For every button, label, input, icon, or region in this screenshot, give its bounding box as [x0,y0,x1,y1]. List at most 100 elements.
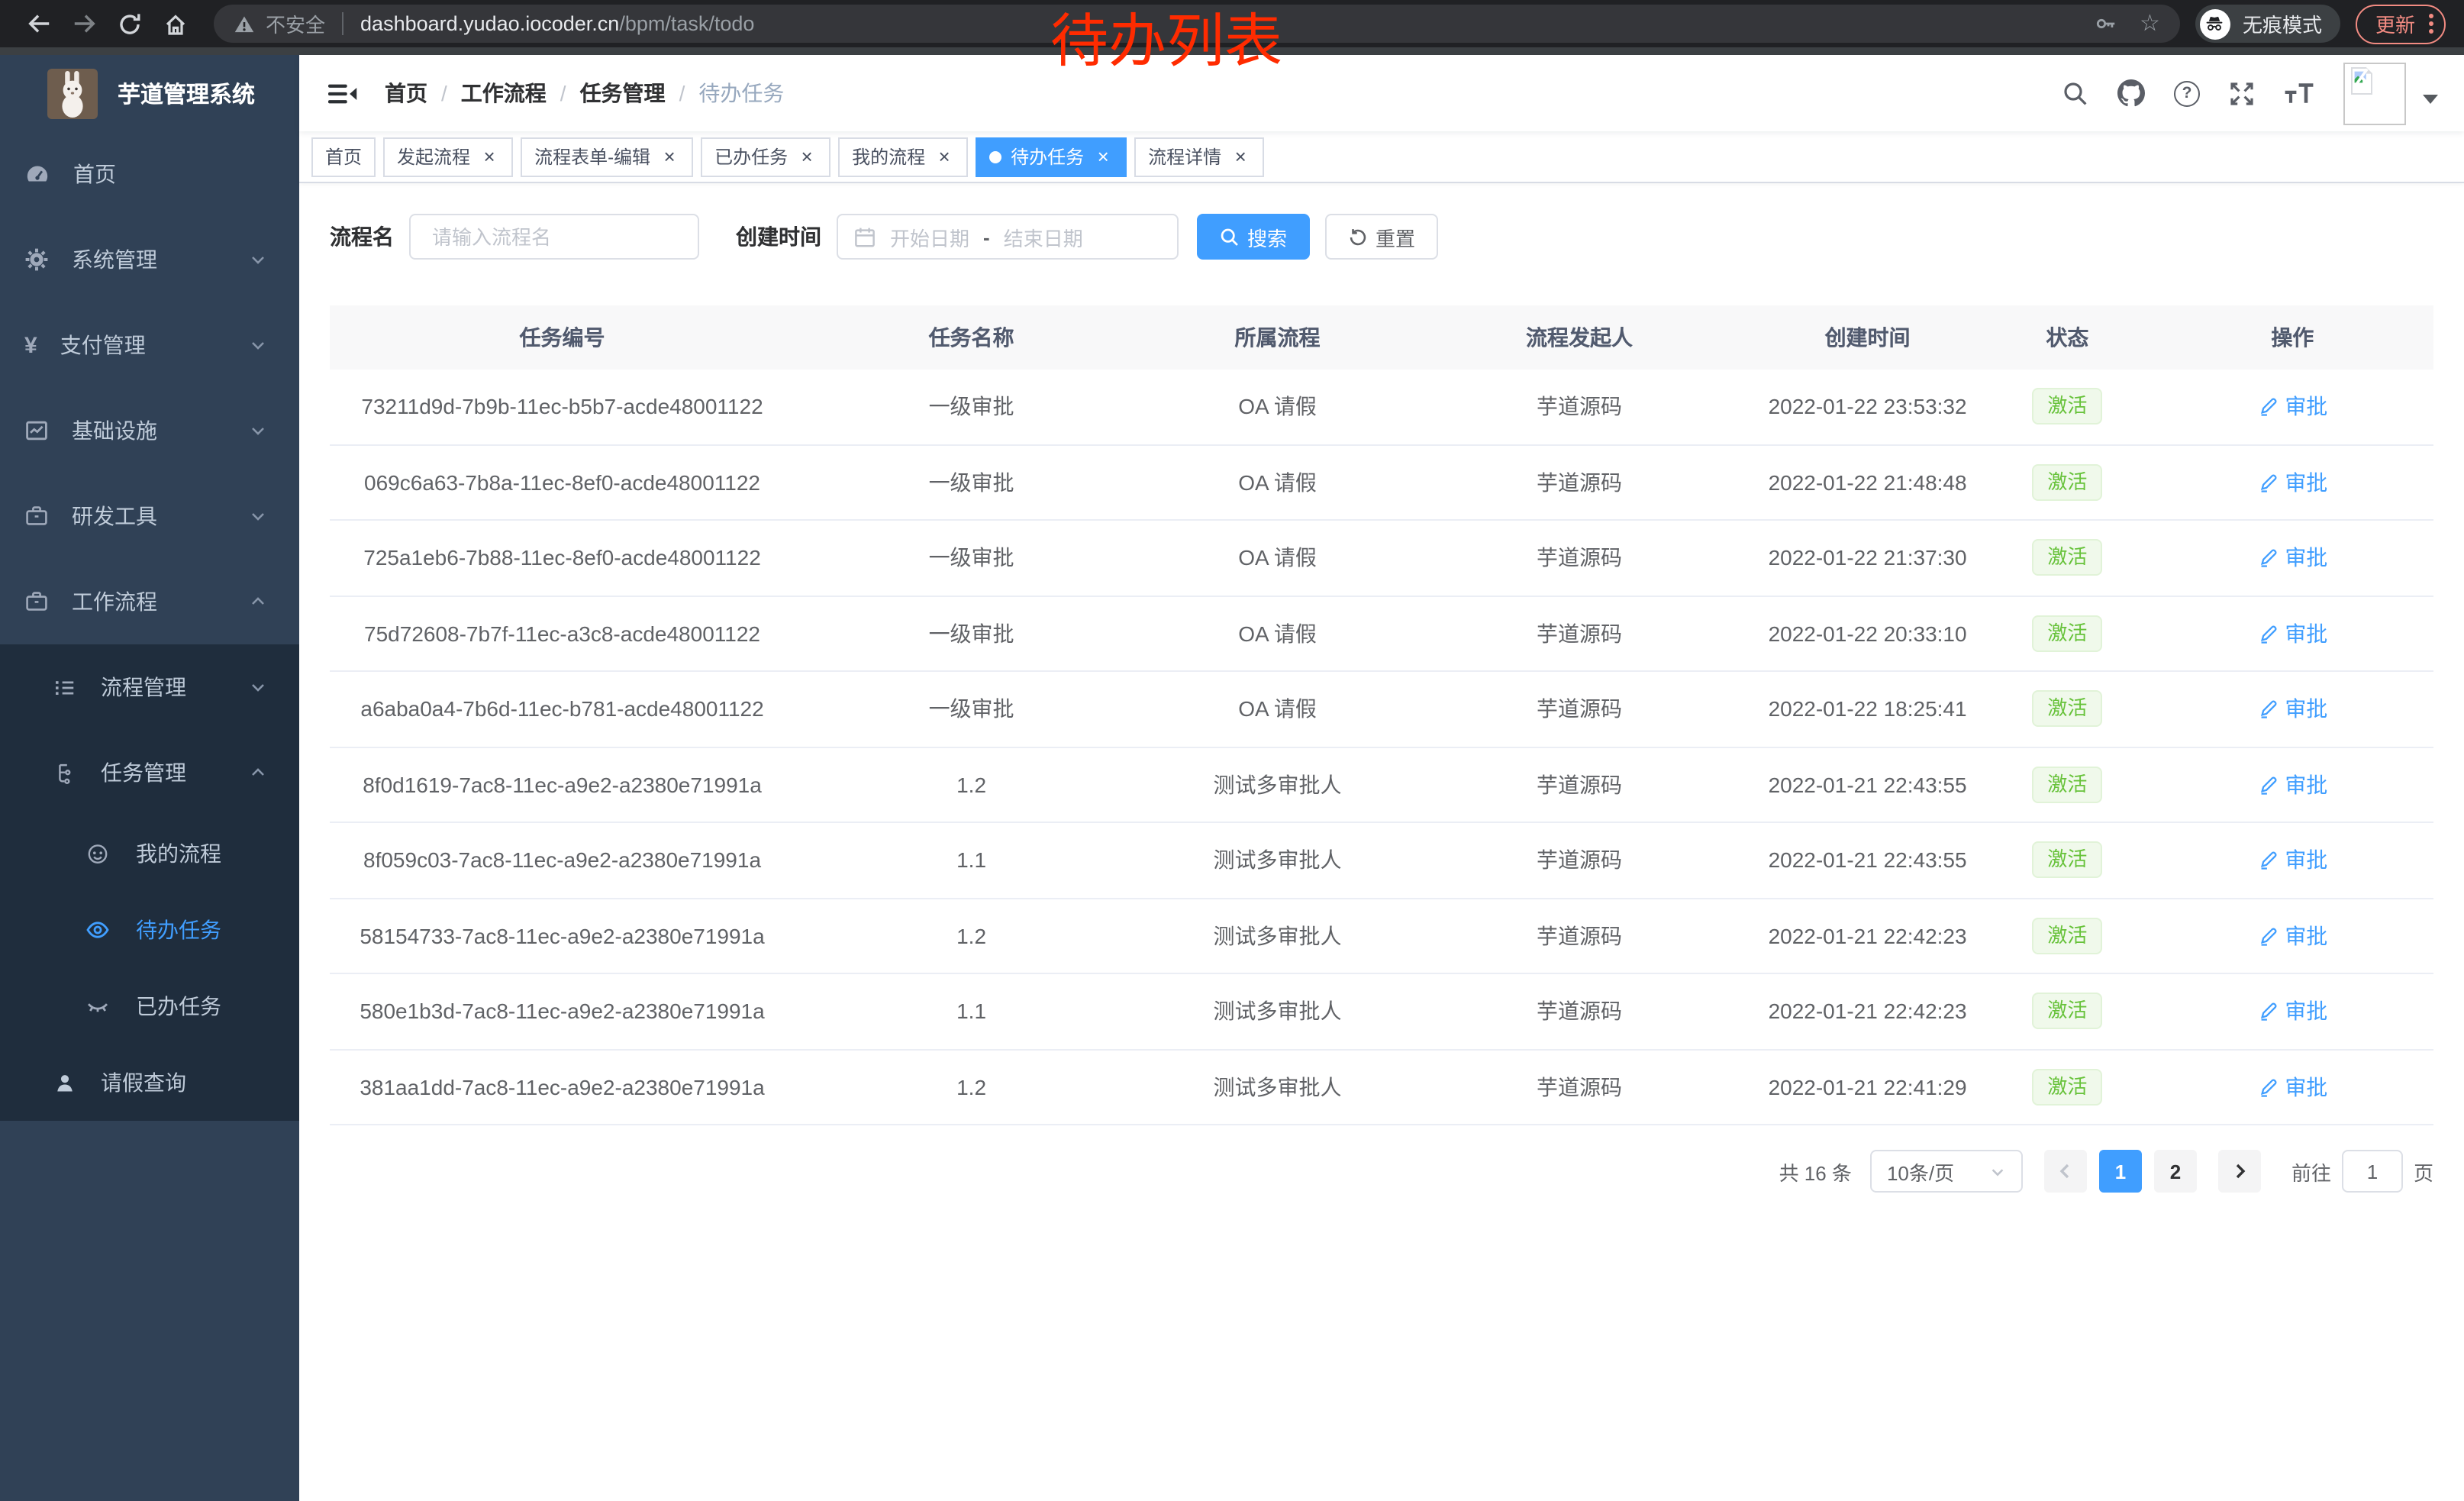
page-button-2[interactable]: 2 [2154,1150,2197,1193]
browser-back-button[interactable] [15,4,61,44]
cell-create-time: 2022-01-21 22:41:29 [1752,1075,1983,1099]
chevron-down-icon [2423,94,2438,103]
search-icon[interactable] [2062,80,2088,106]
close-icon[interactable]: × [934,147,954,166]
approve-link[interactable]: 审批 [2257,694,2327,725]
calendar-icon [853,225,876,248]
cell-process: OA 请假 [1148,392,1407,422]
col-task-name: 任务名称 [795,322,1148,353]
status-badge: 激活 [2032,615,2102,652]
cell-starter: 芋道源码 [1407,694,1752,725]
close-icon[interactable]: × [797,147,817,166]
approve-link[interactable]: 审批 [2257,1072,2327,1102]
tab-form-edit[interactable]: 流程表单-编辑 × [521,137,693,176]
close-icon[interactable]: × [660,147,679,166]
tab-todo-tasks[interactable]: 待办任务 × [976,137,1127,176]
divider [342,12,343,35]
fullscreen-icon[interactable] [2229,80,2255,106]
briefcase-icon [24,589,49,614]
approve-link[interactable]: 审批 [2257,770,2327,800]
close-icon[interactable]: × [1093,147,1113,166]
approve-link[interactable]: 审批 [2257,392,2327,422]
site-security[interactable]: 不安全 [234,9,325,38]
browser-menu-icon[interactable] [2429,14,2433,34]
breadcrumb-home[interactable]: 首页 [385,78,427,108]
browser-reload-button[interactable] [107,4,153,44]
approve-link[interactable]: 审批 [2257,845,2327,876]
approve-link[interactable]: 审批 [2257,618,2327,649]
approve-link[interactable]: 审批 [2257,921,2327,951]
browser-forward-button[interactable] [61,4,107,44]
reset-button[interactable]: 重置 [1325,214,1438,260]
table-row: 069c6a63-7b8a-11ec-8ef0-acde48001122 一级审… [330,445,2433,521]
sidebar-item-devtools[interactable]: 研发工具 [0,473,299,559]
browser-update-button[interactable]: 更新 [2356,4,2446,44]
app-logo[interactable]: 芋道管理系统 [0,55,299,131]
next-page-button[interactable] [2218,1150,2261,1193]
chevron-down-icon [249,507,267,525]
cell-task-id: 725a1eb6-7b88-11ec-8ef0-acde48001122 [330,546,795,570]
browser-home-button[interactable] [153,4,198,44]
tree-icon [53,761,76,784]
cell-task-id: 580e1b3d-7ac8-11ec-a9e2-a2380e71991a [330,999,795,1024]
address-bar[interactable]: 不安全 dashboard.yudao.iocoder.cn/bpm/task/… [214,5,2180,43]
passwords-key-icon[interactable] [2094,12,2117,35]
help-icon[interactable]: ? [2174,80,2200,106]
range-separator: - [983,225,990,248]
sidebar-item-leave-query[interactable]: 请假查询 [0,1044,299,1121]
chrome-divider [0,47,2464,55]
table-row: 580e1b3d-7ac8-11ec-a9e2-a2380e71991a 1.1… [330,974,2433,1050]
tab-start-process[interactable]: 发起流程 × [383,137,513,176]
incognito-badge: 无痕模式 [2195,5,2340,43]
tab-my-process[interactable]: 我的流程 × [838,137,968,176]
sidebar-item-todo-tasks[interactable]: 待办任务 [0,892,299,968]
sidebar-collapse-button[interactable] [314,82,371,105]
cell-process: OA 请假 [1148,543,1407,573]
col-actions: 操作 [2152,322,2433,353]
sidebar-item-infrastructure[interactable]: 基础设施 [0,388,299,473]
page-size-select[interactable]: 10条/页 [1870,1150,2023,1193]
close-icon[interactable]: × [1230,147,1250,166]
sidebar-item-my-process[interactable]: 我的流程 [0,815,299,892]
create-time-range-picker[interactable]: 开始日期 - 结束日期 [837,214,1179,260]
approve-link[interactable]: 审批 [2257,467,2327,498]
status-badge: 激活 [2032,464,2102,501]
monitor-chart-icon [24,418,49,443]
col-process: 所属流程 [1148,322,1407,353]
bookmark-star-icon[interactable]: ☆ [2140,12,2160,35]
sidebar-item-system[interactable]: 系统管理 [0,217,299,302]
close-icon[interactable]: × [479,147,499,166]
approve-link[interactable]: 审批 [2257,996,2327,1027]
cell-task-name: 1.2 [795,773,1148,797]
goto-page-input[interactable] [2342,1150,2403,1193]
breadcrumb-workflow[interactable]: 工作流程 [461,78,547,108]
cell-process: 测试多审批人 [1148,996,1407,1027]
table-header: 任务编号 任务名称 所属流程 流程发起人 创建时间 状态 操作 [330,305,2433,370]
user-menu[interactable] [2343,62,2441,124]
prev-page-button[interactable] [2044,1150,2087,1193]
smiley-face-icon [85,841,110,866]
breadcrumb-task-management[interactable]: 任务管理 [580,78,666,108]
tab-done-tasks[interactable]: 已办任务 × [701,137,830,176]
sidebar-item-home[interactable]: 首页 [0,131,299,217]
browser-toolbar: 不安全 dashboard.yudao.iocoder.cn/bpm/task/… [0,0,2464,47]
process-name-input[interactable] [429,224,679,250]
page-button-1[interactable]: 1 [2099,1150,2142,1193]
font-size-icon[interactable] [2284,81,2314,105]
sidebar-item-done-tasks[interactable]: 已办任务 [0,968,299,1044]
cell-task-name: 一级审批 [795,467,1148,498]
github-icon[interactable] [2117,79,2145,107]
sidebar-item-workflow[interactable]: 工作流程 [0,559,299,644]
table-row: 8f0d1619-7ac8-11ec-a9e2-a2380e71991a 1.2… [330,747,2433,823]
tab-process-detail[interactable]: 流程详情 × [1134,137,1264,176]
active-dot [989,150,1001,163]
chevron-up-icon [249,763,267,782]
approve-link[interactable]: 审批 [2257,543,2327,573]
sidebar-item-task-management[interactable]: 任务管理 [0,730,299,815]
tab-home[interactable]: 首页 [311,137,376,176]
goto-label: 前往 [2291,1157,2331,1186]
workflow-submenu: 流程管理 任务管理 我的流程 [0,644,299,1121]
sidebar-item-payment[interactable]: ¥ 支付管理 [0,302,299,388]
sidebar-item-process-management[interactable]: 流程管理 [0,644,299,730]
search-button[interactable]: 搜索 [1197,214,1310,260]
